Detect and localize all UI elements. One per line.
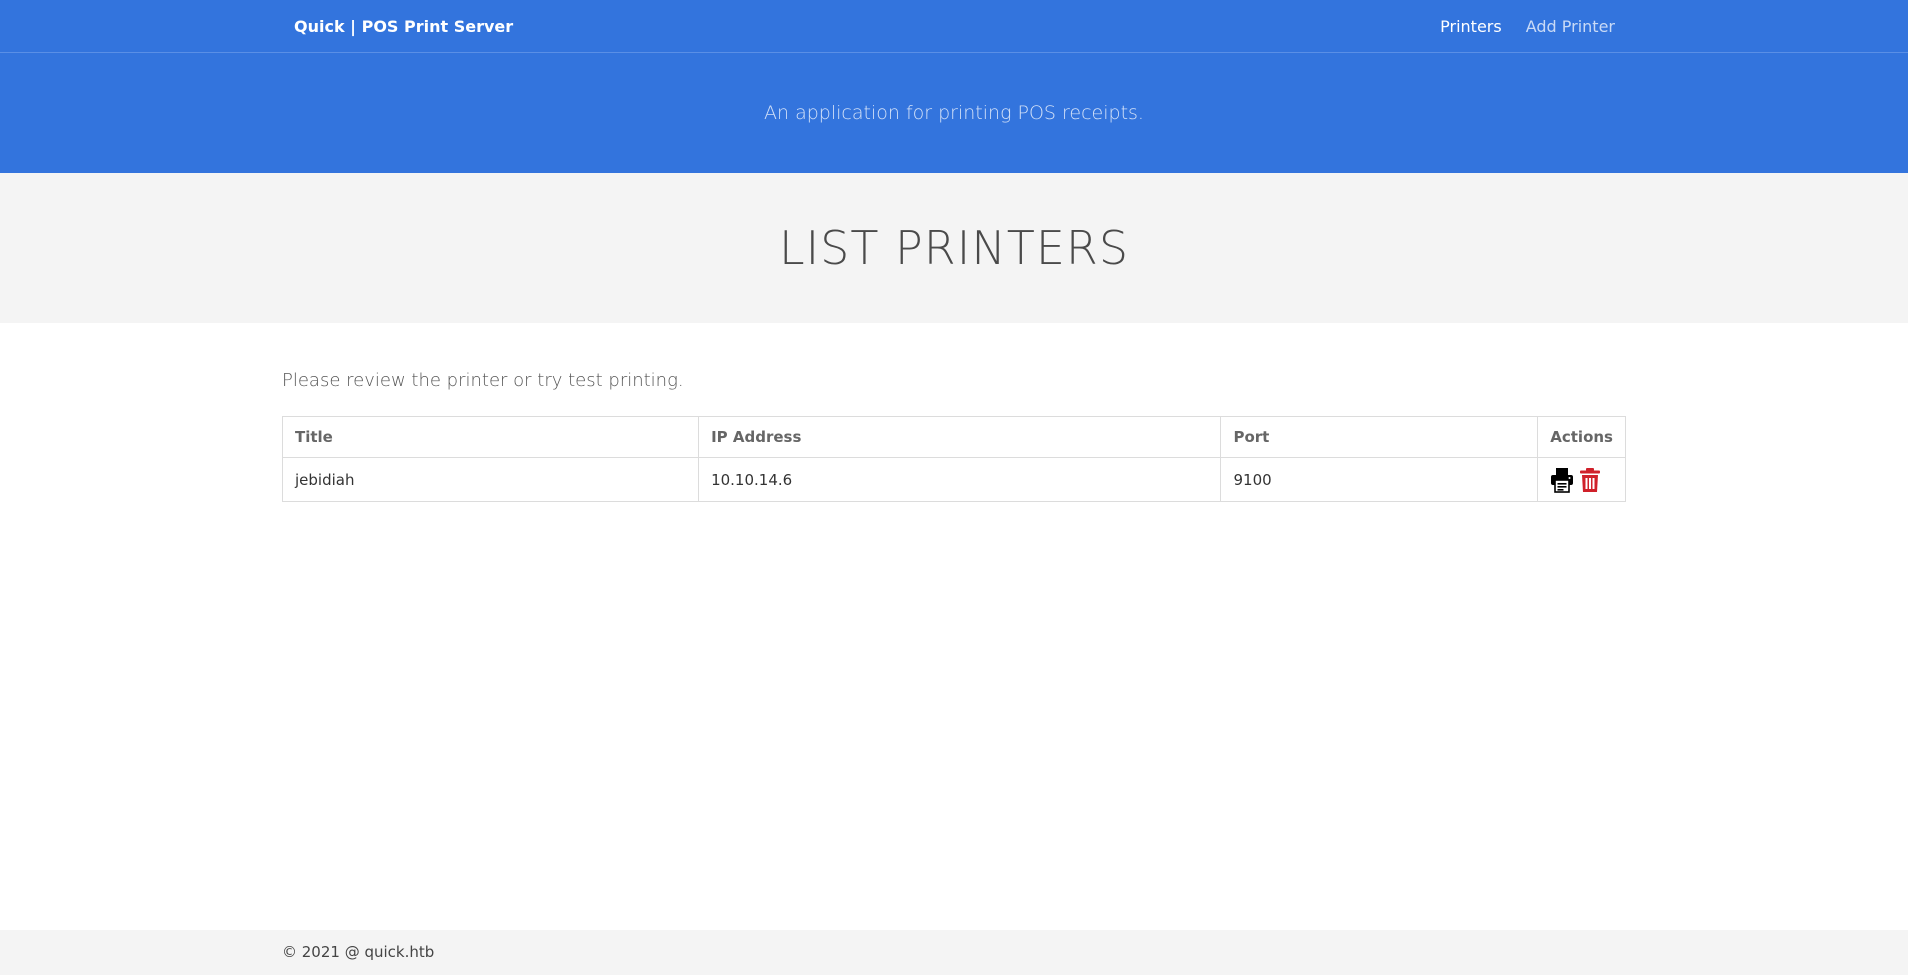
cell-title: jebidiah (281, 457, 700, 502)
title-band: LIST PRINTERS (0, 173, 1908, 323)
header-port: Port (1220, 416, 1539, 458)
cell-port: 9100 (1220, 457, 1539, 502)
nav-links: Printers Add Printer (1440, 17, 1615, 36)
row-actions (1550, 467, 1613, 493)
trash-icon[interactable] (1578, 467, 1602, 493)
footer: © 2021 @ quick.htb (0, 930, 1908, 975)
main-content: Please review the printer or try test pr… (281, 323, 1626, 502)
top-navbar: Quick | POS Print Server Printers Add Pr… (0, 0, 1908, 53)
header-actions: Actions (1537, 416, 1626, 458)
brand-link[interactable]: Quick | POS Print Server (294, 17, 513, 36)
table-row: jebidiah 10.10.14.6 9100 (281, 457, 1626, 502)
hero-banner: An application for printing POS receipts… (0, 53, 1908, 173)
cell-actions (1537, 457, 1626, 502)
intro-text: Please review the printer or try test pr… (282, 370, 684, 391)
cell-ip-address: 10.10.14.6 (698, 457, 1222, 502)
table-header-row: Title IP Address Port Actions (281, 416, 1626, 458)
hero-tagline: An application for printing POS receipts… (764, 102, 1144, 124)
header-ip-address: IP Address (698, 416, 1222, 458)
printer-icon[interactable] (1550, 467, 1574, 493)
page-title: LIST PRINTERS (778, 221, 1130, 275)
footer-copyright: © 2021 @ quick.htb (282, 943, 435, 961)
nav-link-printers[interactable]: Printers (1440, 17, 1502, 36)
nav-link-add-printer[interactable]: Add Printer (1526, 17, 1615, 36)
printers-table: Title IP Address Port Actions jebidiah 1… (281, 416, 1626, 502)
header-title: Title (281, 416, 700, 458)
